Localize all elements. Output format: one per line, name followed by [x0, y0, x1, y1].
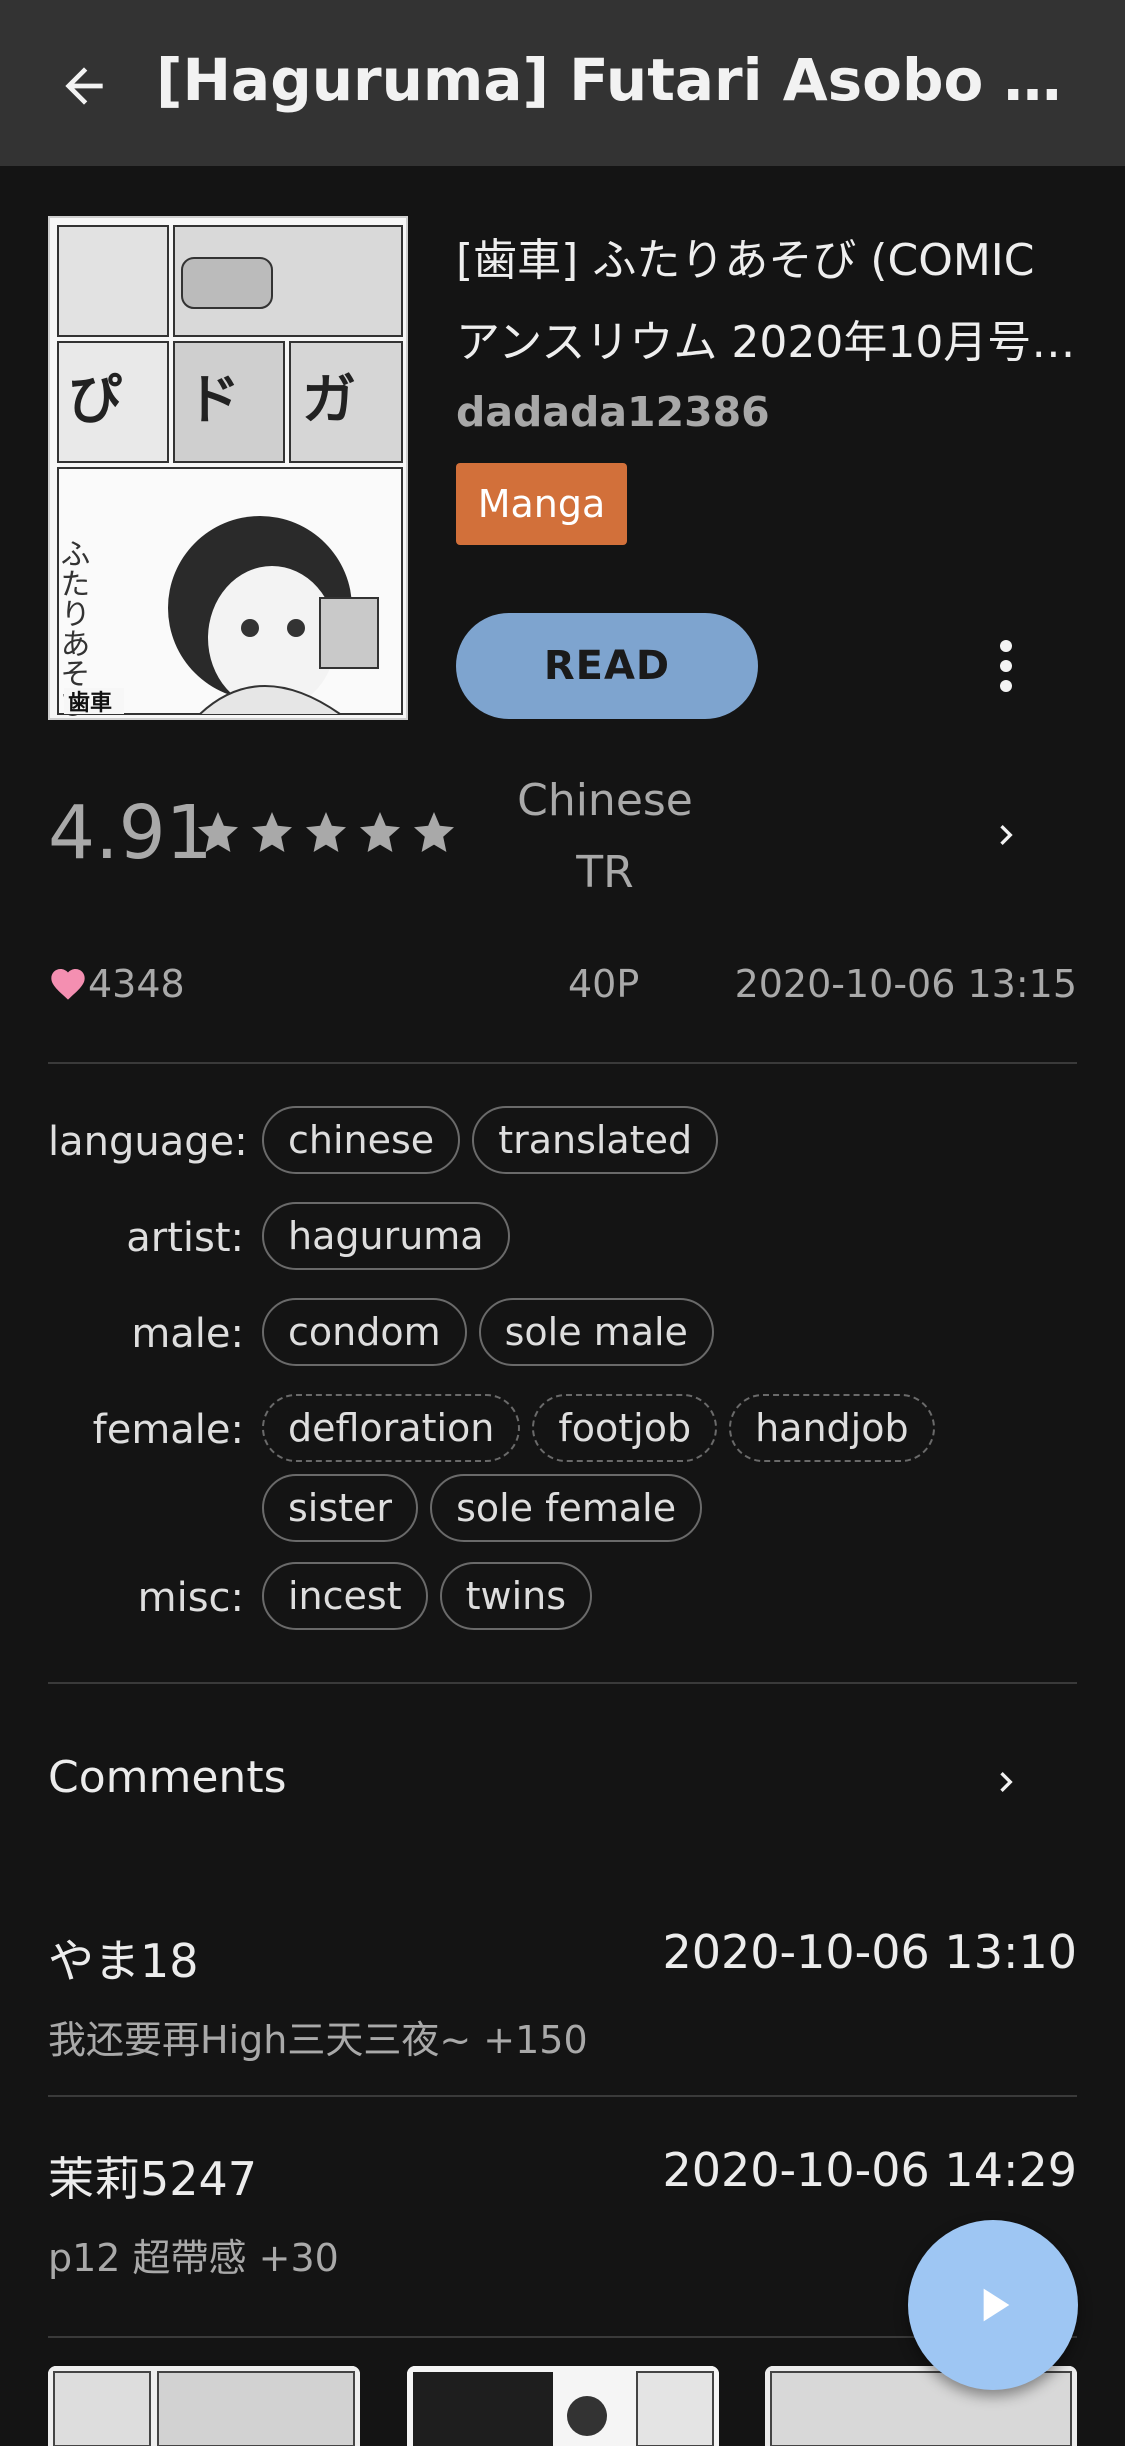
gallery-title-jp: [歯車] ふたりあそび (COMIC アンスリウム 2020年10月号) [中国…	[456, 235, 1049, 368]
tag-namespace: male:	[131, 1311, 244, 1357]
divider	[48, 2095, 1077, 2097]
posted-date: 2020-10-06 13:15	[734, 962, 1077, 1006]
comment-time: 2020-10-06 13:10	[662, 1925, 1077, 1979]
thumbnail-image	[48, 2366, 360, 2446]
star-icon	[414, 812, 454, 852]
tag-list: condom sole male	[262, 1298, 1062, 1366]
page-title: [Haguruma] Futari Asobo (COMIC Anthurium…	[156, 46, 1086, 114]
preview-thumbnail[interactable]	[48, 2366, 360, 2446]
tag-list: chinese translated	[262, 1106, 1062, 1174]
preview-thumbnail[interactable]	[407, 2366, 719, 2446]
language-info: Chinese TR	[470, 765, 740, 909]
tag-chip[interactable]: chinese	[262, 1106, 461, 1174]
svg-text:ガ: ガ	[302, 368, 356, 431]
rating-value: 4.91	[48, 790, 213, 876]
back-button[interactable]	[48, 50, 120, 122]
tag-list: incest twins	[262, 1562, 1062, 1630]
star-icon	[198, 812, 238, 852]
rating-stars	[194, 808, 458, 856]
app-bar: [Haguruma] Futari Asobo (COMIC Anthurium…	[0, 0, 1125, 166]
details-arrow-button[interactable]	[980, 805, 1032, 865]
comment-text: p12 超帶感 +30	[48, 2236, 339, 2280]
tag-list: defloration footjob handjob sister sole fema…	[262, 1394, 1062, 1542]
uploader-name[interactable]: dadada12386	[456, 388, 770, 436]
comment-text: 我还要再High三天三夜~ +150	[48, 2018, 588, 2062]
comment-time: 2020-10-06 14:29	[662, 2143, 1077, 2197]
svg-text:ド: ド	[186, 368, 240, 431]
comment-user: やま18	[48, 1934, 199, 1988]
chevron-right-icon	[1000, 825, 1013, 845]
read-button[interactable]: READ	[456, 613, 758, 719]
play-icon	[983, 2288, 1010, 2322]
tag-chip[interactable]: handjob	[729, 1394, 935, 1462]
tag-namespace: artist:	[126, 1215, 244, 1261]
more-options-button[interactable]	[980, 626, 1032, 706]
divider	[48, 1682, 1077, 1684]
tag-chip[interactable]: condom	[262, 1298, 467, 1366]
cover-author: 歯車	[68, 690, 112, 716]
tag-namespace: female:	[92, 1407, 244, 1453]
page-count: 40P	[568, 962, 640, 1006]
tag-chip[interactable]: twins	[439, 1562, 593, 1630]
star-icon	[360, 812, 400, 852]
arrow-left-icon	[65, 67, 103, 105]
tag-namespace: misc:	[137, 1575, 244, 1621]
thumbnail-image	[407, 2366, 719, 2446]
tag-list: haguruma	[262, 1202, 1062, 1270]
cover-art-image: ぴ ド ガ ふたりあそび 歯車	[50, 218, 406, 718]
tag-chip[interactable]: incest	[262, 1562, 428, 1630]
tag-namespace: language:	[48, 1119, 248, 1165]
favorites-count: 4348	[48, 962, 185, 1006]
tag-chip[interactable]: sister	[262, 1474, 419, 1542]
tag-chip[interactable]: defloration	[262, 1394, 521, 1462]
language-sub-label: TR	[576, 847, 634, 898]
svg-text:ぴ: ぴ	[68, 368, 122, 431]
tag-chip[interactable]: footjob	[532, 1394, 718, 1462]
star-icon	[306, 812, 346, 852]
play-fab-button[interactable]	[908, 2220, 1078, 2390]
comments-header[interactable]: Comments	[48, 1752, 287, 1803]
comment-user: 茉莉5247	[48, 2152, 258, 2206]
gallery-cover[interactable]: ぴ ド ガ ふたりあそび 歯車	[48, 216, 408, 720]
tag-chip[interactable]: sole male	[478, 1298, 714, 1366]
language-label: Chinese	[517, 775, 693, 826]
comments-arrow-button[interactable]	[980, 1752, 1032, 1812]
tag-chip[interactable]: sole female	[430, 1474, 703, 1542]
star-icon	[252, 812, 292, 852]
favorites-value: 4348	[88, 962, 185, 1006]
tag-chip[interactable]: translated	[472, 1106, 719, 1174]
chevron-right-icon	[1000, 1772, 1013, 1792]
more-vert-icon	[1000, 640, 1012, 692]
heart-icon	[51, 969, 85, 1000]
tag-chip[interactable]: haguruma	[262, 1202, 510, 1270]
divider	[48, 1062, 1077, 1064]
category-badge: Manga	[456, 463, 627, 545]
